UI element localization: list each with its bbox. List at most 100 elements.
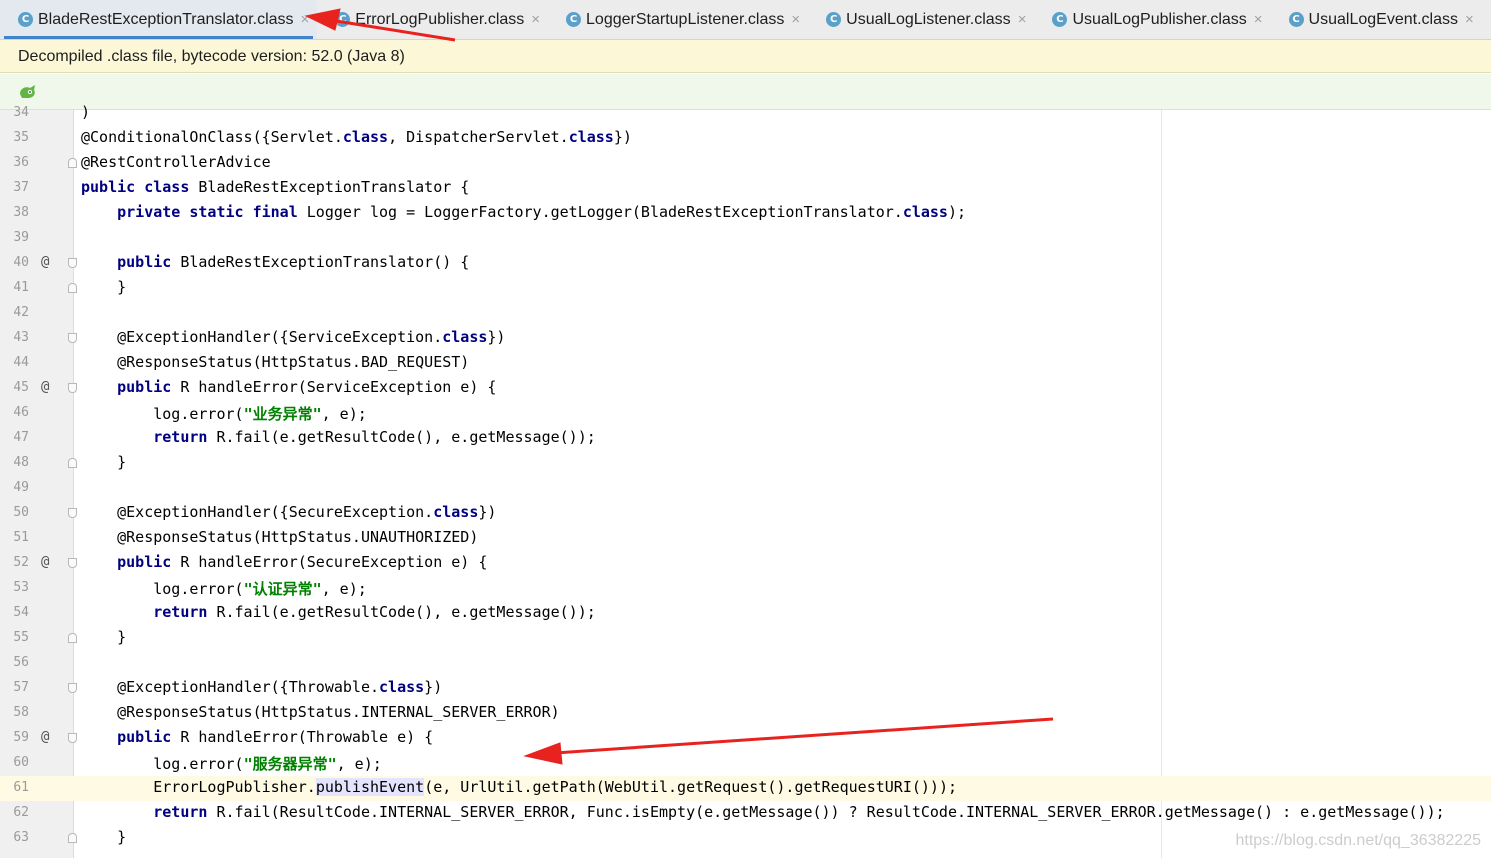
code-line[interactable]: 39 bbox=[0, 226, 1491, 251]
line-number[interactable]: 48 bbox=[0, 455, 29, 470]
line-number[interactable]: 34 bbox=[0, 105, 29, 120]
code-line[interactable]: 40 @ public BladeRestExceptionTranslator(… bbox=[0, 251, 1491, 276]
code-line[interactable]: 44 @ResponseStatus(HttpStatus.BAD_REQUES… bbox=[0, 351, 1491, 376]
line-number[interactable]: 39 bbox=[0, 230, 29, 245]
code-editor[interactable]: 34) 35 @ConditionalOnClass({Servlet.class,… bbox=[0, 0, 1491, 858]
fold-marker-icon[interactable] bbox=[68, 383, 77, 393]
code-line[interactable]: 53 log.error("认证异常", e); bbox=[0, 576, 1491, 601]
code-line[interactable]: 59 @ public R handleError(Throwable e) { bbox=[0, 726, 1491, 751]
code-line[interactable]: 50 @ExceptionHandler({SecureException.cl… bbox=[0, 501, 1491, 526]
line-number[interactable]: 53 bbox=[0, 580, 29, 595]
code-line[interactable]: 46 log.error("业务异常", e); bbox=[0, 401, 1491, 426]
code-text: @ResponseStatus(HttpStatus.BAD_REQUEST) bbox=[81, 353, 469, 371]
code-text: @ResponseStatus(HttpStatus.UNAUTHORIZED) bbox=[81, 528, 478, 546]
line-number[interactable]: 58 bbox=[0, 705, 29, 720]
code-line[interactable]: 48 } bbox=[0, 451, 1491, 476]
line-number[interactable]: 46 bbox=[0, 405, 29, 420]
code-line[interactable]: 60 log.error("服务器异常", e); bbox=[0, 751, 1491, 776]
code-line[interactable]: 58 @ResponseStatus(HttpStatus.INTERNAL_S… bbox=[0, 701, 1491, 726]
code-line[interactable]: 61 ErrorLogPublisher.publishEvent(e, Url… bbox=[0, 776, 1491, 801]
code-token: @RestControllerAdvice bbox=[81, 153, 271, 171]
line-number[interactable]: 63 bbox=[0, 830, 29, 845]
fold-marker-icon[interactable] bbox=[68, 683, 77, 693]
line-number[interactable]: 54 bbox=[0, 605, 29, 620]
code-token: ) bbox=[81, 103, 91, 121]
line-number[interactable]: 44 bbox=[0, 355, 29, 370]
code-token: Logger log = LoggerFactory.getLogger(Bla… bbox=[297, 203, 903, 221]
code-line[interactable]: 56 bbox=[0, 651, 1491, 676]
line-number[interactable]: 59 bbox=[0, 730, 29, 745]
code-line[interactable]: 49 bbox=[0, 476, 1491, 501]
code-token: R.fail(ResultCode.INTERNAL_SERVER_ERROR,… bbox=[207, 803, 1445, 821]
code-line[interactable]: 47 return R.fail(e.getResultCode(), e.ge… bbox=[0, 426, 1491, 451]
fold-marker-icon[interactable] bbox=[68, 283, 77, 293]
code-line[interactable]: 41 } bbox=[0, 276, 1491, 301]
code-line[interactable]: 43 @ExceptionHandler({ServiceException.c… bbox=[0, 326, 1491, 351]
line-number[interactable]: 52 bbox=[0, 555, 29, 570]
line-number[interactable]: 51 bbox=[0, 530, 29, 545]
string-token: "认证异常" bbox=[243, 580, 322, 598]
line-number[interactable]: 36 bbox=[0, 155, 29, 170]
fold-marker-icon[interactable] bbox=[68, 333, 77, 343]
line-number[interactable]: 60 bbox=[0, 755, 29, 770]
code-line[interactable]: 37 public class BladeRestExceptionTransla… bbox=[0, 176, 1491, 201]
code-token: , e); bbox=[336, 755, 382, 773]
code-line[interactable]: 38 private static final Logger log = Log… bbox=[0, 201, 1491, 226]
fold-marker-icon[interactable] bbox=[68, 458, 77, 468]
keyword-token: return bbox=[153, 603, 208, 621]
code-token: }) bbox=[424, 678, 443, 696]
code-line[interactable]: 36 @RestControllerAdvice bbox=[0, 151, 1491, 176]
fold-marker-icon[interactable] bbox=[68, 508, 77, 518]
code-line[interactable]: 62 return R.fail(ResultCode.INTERNAL_SER… bbox=[0, 801, 1491, 826]
code-text: @ExceptionHandler({SecureException.class… bbox=[81, 503, 496, 521]
code-line[interactable]: 34) bbox=[0, 101, 1491, 126]
keyword-token: class bbox=[379, 678, 425, 696]
code-text: @ConditionalOnClass({Servlet.class, Disp… bbox=[81, 128, 632, 146]
line-number[interactable]: 40 bbox=[0, 255, 29, 270]
fold-marker-icon[interactable] bbox=[68, 158, 77, 168]
code-line[interactable]: 45 @ public R handleError(ServiceExceptio… bbox=[0, 376, 1491, 401]
line-number[interactable]: 57 bbox=[0, 680, 29, 695]
override-marker-icon[interactable]: @ bbox=[41, 254, 49, 270]
line-number[interactable]: 41 bbox=[0, 280, 29, 295]
line-number[interactable]: 37 bbox=[0, 180, 29, 195]
line-number[interactable]: 47 bbox=[0, 430, 29, 445]
code-token: }) bbox=[613, 128, 632, 146]
line-number[interactable]: 50 bbox=[0, 505, 29, 520]
keyword-token: public class bbox=[81, 178, 190, 196]
keyword-token: return bbox=[153, 803, 208, 821]
line-number[interactable]: 45 bbox=[0, 380, 29, 395]
line-number[interactable]: 42 bbox=[0, 305, 29, 320]
fold-marker-icon[interactable] bbox=[68, 258, 77, 268]
code-text: } bbox=[81, 453, 126, 471]
override-marker-icon[interactable]: @ bbox=[41, 554, 49, 570]
code-line[interactable]: 35 @ConditionalOnClass({Servlet.class, Di… bbox=[0, 126, 1491, 151]
line-number[interactable]: 49 bbox=[0, 480, 29, 495]
override-marker-icon[interactable]: @ bbox=[41, 379, 49, 395]
code-text: @ExceptionHandler({Throwable.class}) bbox=[81, 678, 442, 696]
override-marker-icon[interactable]: @ bbox=[41, 729, 49, 745]
code-line[interactable]: 54 return R.fail(e.getResultCode(), e.ge… bbox=[0, 601, 1491, 626]
code-line[interactable]: 52 @ public R handleError(SecureException… bbox=[0, 551, 1491, 576]
code-token: ErrorLogPublisher. bbox=[81, 778, 316, 796]
line-number[interactable]: 61 bbox=[0, 780, 29, 795]
line-number[interactable]: 35 bbox=[0, 130, 29, 145]
code-line[interactable]: 57 @ExceptionHandler({Throwable.class}) bbox=[0, 676, 1491, 701]
line-number[interactable]: 43 bbox=[0, 330, 29, 345]
fold-marker-icon[interactable] bbox=[68, 733, 77, 743]
line-number[interactable]: 55 bbox=[0, 630, 29, 645]
line-number[interactable]: 38 bbox=[0, 205, 29, 220]
fold-marker-icon[interactable] bbox=[68, 833, 77, 843]
line-number[interactable]: 62 bbox=[0, 805, 29, 820]
code-line[interactable]: 51 @ResponseStatus(HttpStatus.UNAUTHORIZ… bbox=[0, 526, 1491, 551]
line-number[interactable]: 56 bbox=[0, 655, 29, 670]
fold-marker-icon[interactable] bbox=[68, 558, 77, 568]
code-text: @ExceptionHandler({ServiceException.clas… bbox=[81, 328, 505, 346]
fold-marker-icon[interactable] bbox=[68, 633, 77, 643]
code-text: public R handleError(SecureException e) … bbox=[81, 553, 487, 571]
code-line[interactable]: 42 bbox=[0, 301, 1491, 326]
string-token: "服务器异常" bbox=[243, 755, 337, 773]
code-line[interactable]: 55 } bbox=[0, 626, 1491, 651]
